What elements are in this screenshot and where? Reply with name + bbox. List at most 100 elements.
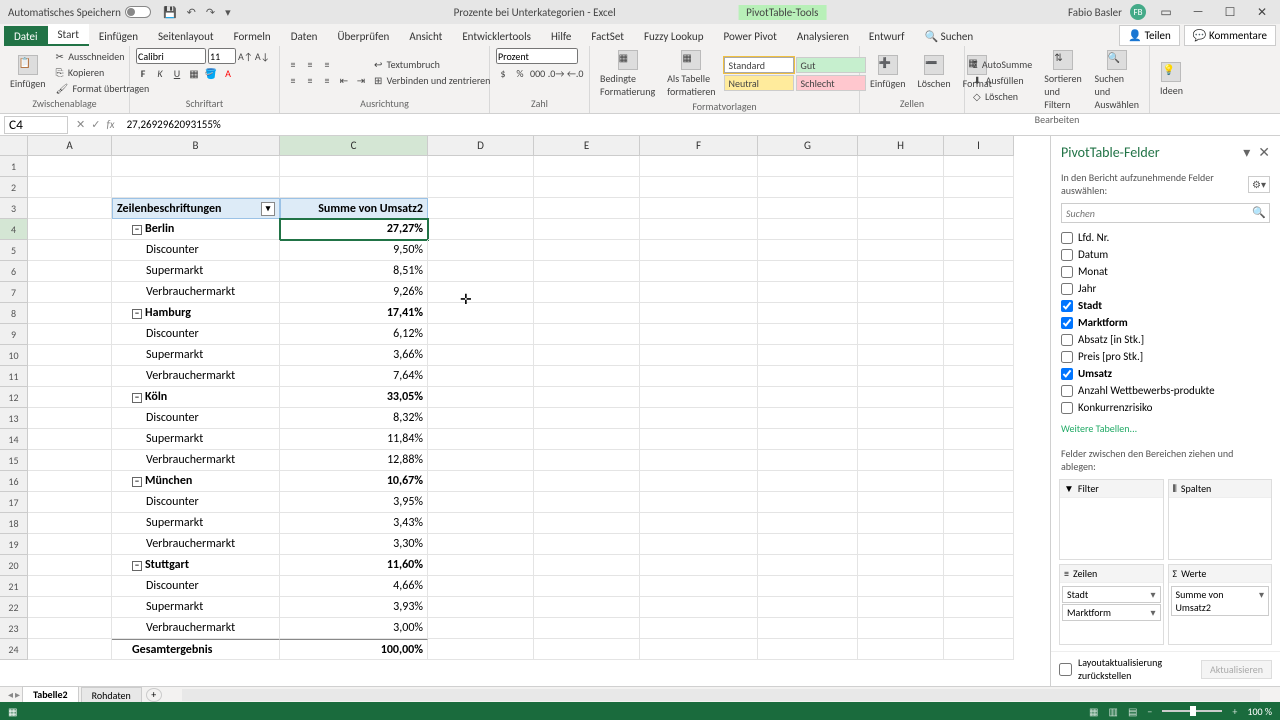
cell[interactable] [28,639,112,660]
cell[interactable]: 3,95% [280,492,428,513]
row-header[interactable]: 1 [0,156,28,177]
cell[interactable] [534,555,640,576]
area-pill[interactable]: Summe von Umsatz2▾ [1171,586,1270,616]
name-box[interactable] [4,116,68,134]
cell[interactable] [758,303,858,324]
field-checkbox[interactable] [1061,385,1073,397]
area-filter[interactable]: ▼Filter [1059,479,1164,560]
tab-analyze[interactable]: Analysieren [787,26,859,46]
cell[interactable] [640,261,758,282]
cell[interactable] [28,492,112,513]
tab-developer[interactable]: Entwicklertools [452,26,541,46]
align-bot-icon[interactable]: ≡ [320,58,334,71]
cell[interactable] [28,219,112,240]
row-header[interactable]: 7 [0,282,28,303]
cell[interactable] [858,198,944,219]
fieldpane-close-icon[interactable]: ✕ [1258,144,1270,161]
cell[interactable]: 8,32% [280,408,428,429]
cell[interactable] [944,534,1014,555]
indent-inc-icon[interactable]: ⇥ [354,74,368,87]
cell[interactable] [28,324,112,345]
cell[interactable] [858,240,944,261]
cell[interactable]: 3,43% [280,513,428,534]
save-icon[interactable]: 💾 [163,6,177,19]
cell[interactable]: 11,60% [280,555,428,576]
cell[interactable] [428,555,534,576]
cell[interactable] [640,324,758,345]
zoom-in-icon[interactable]: + [1232,705,1237,718]
cell[interactable] [858,429,944,450]
style-neutral[interactable]: Neutral [724,75,794,91]
row-header[interactable]: 4 [0,219,28,240]
cell[interactable] [640,513,758,534]
tab-fuzzy[interactable]: Fuzzy Lookup [634,26,714,46]
cell[interactable] [534,177,640,198]
cond-format-button[interactable]: ▦Bedingte Formatierung [596,48,659,100]
cell[interactable] [758,261,858,282]
cell[interactable] [640,345,758,366]
cell[interactable] [944,429,1014,450]
cell[interactable] [640,156,758,177]
inc-dec-icon[interactable]: .0→ [548,67,564,80]
cell[interactable]: 12,88% [280,450,428,471]
cell[interactable] [28,387,112,408]
cell[interactable] [944,387,1014,408]
cell[interactable]: Discounter [112,324,280,345]
cell[interactable] [640,366,758,387]
cell[interactable] [640,177,758,198]
col-header-G[interactable]: G [758,136,858,156]
cell[interactable] [428,366,534,387]
share-button[interactable]: 👤 Teilen [1119,25,1179,46]
maximize-icon[interactable]: ☐ [1218,5,1242,20]
cell[interactable] [944,597,1014,618]
tab-powerpivot[interactable]: Power Pivot [713,26,786,46]
defer-layout-checkbox[interactable] [1059,663,1072,676]
cell[interactable] [534,597,640,618]
field-item[interactable]: Lfd. Nr. [1061,229,1270,246]
cell[interactable] [428,156,534,177]
cell[interactable] [944,471,1014,492]
tab-formulas[interactable]: Formeln [224,26,281,46]
cell[interactable] [944,555,1014,576]
row-header[interactable]: 15 [0,450,28,471]
row-header[interactable]: 20 [0,555,28,576]
area-pill[interactable]: Marktform▾ [1062,604,1161,621]
qat-dropdown-icon[interactable]: ▾ [225,6,231,19]
cell[interactable] [640,450,758,471]
cell[interactable] [640,282,758,303]
cell[interactable] [758,345,858,366]
cell[interactable] [858,303,944,324]
cell[interactable] [758,408,858,429]
cell[interactable] [28,282,112,303]
row-header[interactable]: 13 [0,408,28,429]
cell[interactable] [858,450,944,471]
cell[interactable] [534,429,640,450]
zoom-level[interactable]: 100 % [1247,705,1272,718]
sheet-nav-prev-icon[interactable]: ◂ [8,688,13,701]
field-item[interactable]: Stadt [1061,297,1270,314]
update-button[interactable]: Aktualisieren [1201,660,1272,679]
cell[interactable] [534,450,640,471]
cell[interactable] [112,156,280,177]
area-pill[interactable]: Stadt▾ [1062,586,1161,603]
autosave-toggle[interactable] [125,6,151,18]
field-item[interactable]: Absatz [in Stk.] [1061,331,1270,348]
select-all-corner[interactable] [0,136,28,156]
cell[interactable] [534,471,640,492]
cell[interactable] [534,261,640,282]
cell[interactable] [944,576,1014,597]
cell[interactable] [640,303,758,324]
field-item[interactable]: Datum [1061,246,1270,263]
cell[interactable] [758,219,858,240]
tab-view[interactable]: Ansicht [399,26,452,46]
cell[interactable] [640,618,758,639]
cell[interactable] [944,261,1014,282]
area-columns[interactable]: ⦀Spalten [1168,479,1273,560]
field-item[interactable]: Umsatz [1061,365,1270,382]
cell[interactable] [534,324,640,345]
cell[interactable] [758,366,858,387]
cell[interactable] [858,576,944,597]
cell[interactable] [640,219,758,240]
cell[interactable] [640,387,758,408]
bold-button[interactable]: F [136,67,150,80]
